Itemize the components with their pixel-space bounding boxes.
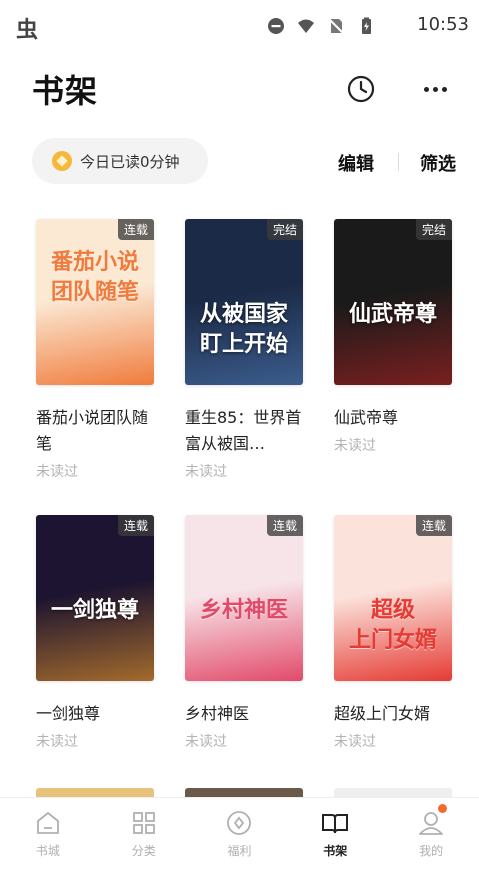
status-badge: 连载 (266, 515, 303, 536)
home-icon (36, 812, 59, 834)
battery-charging-icon (362, 17, 371, 34)
book-title[interactable]: 一剑独尊 (36, 701, 154, 727)
nav-welfare[interactable]: 福利 (192, 798, 288, 884)
clock-icon (347, 75, 375, 103)
more-dot-icon (432, 86, 438, 92)
reading-time-pill[interactable]: 今日已读0分钟 (32, 138, 208, 184)
cover-title-art: 一剑独尊 (50, 597, 139, 623)
book-card[interactable]: 一剑独尊 连载 一剑独尊 未读过 (36, 515, 156, 751)
header: 书架 (0, 58, 479, 118)
reading-time-text: 今日已读0分钟 (80, 152, 180, 171)
book-title[interactable]: 乡村神医 (185, 701, 303, 727)
edit-button[interactable]: 编辑 (338, 150, 374, 176)
cover-title-art: 番茄小说 团队随笔 (50, 249, 139, 305)
nav-label: 福利 (227, 844, 252, 858)
read-status: 未读过 (334, 734, 376, 750)
read-status: 未读过 (185, 464, 227, 480)
no-sim-icon (328, 18, 344, 34)
more-button[interactable] (418, 74, 452, 104)
status-badge: 连载 (117, 515, 154, 536)
book-card[interactable]: 从被国家 盯上开始 完结 重生85：世界首富从被国… 未读过 (185, 219, 305, 481)
wifi-icon (298, 19, 314, 33)
book-open-icon (322, 814, 349, 834)
book-title[interactable]: 仙武帝尊 (334, 405, 452, 431)
coin-icon (227, 811, 252, 835)
nav-label: 分类 (131, 844, 156, 858)
status-time: 10:53 (417, 14, 469, 35)
nav-bookstore[interactable]: 书城 (0, 798, 96, 884)
cover-title-art: 仙武帝尊 (348, 301, 437, 327)
notification-dot (437, 804, 447, 813)
book-card[interactable]: 番茄小说 团队随笔 连载 番茄小说团队随笔 未读过 (36, 219, 156, 481)
book-card[interactable]: 乡村神医 连载 乡村神医 未读过 (185, 515, 305, 751)
book-card[interactable]: 超级 上门女婿 连载 超级上门女婿 未读过 (334, 515, 454, 751)
book-cover[interactable]: 乡村神医 连载 (185, 515, 303, 681)
nav-profile[interactable]: 我的 (383, 798, 479, 884)
page-title: 书架 (32, 72, 99, 110)
book-cover[interactable]: 番茄小说 团队随笔 连载 (36, 219, 154, 385)
book-title[interactable]: 超级上门女婿 (334, 701, 452, 727)
nav-category[interactable]: 分类 (96, 798, 192, 884)
book-cover[interactable]: 仙武帝尊 完结 (334, 219, 452, 385)
bottom-nav: 书城 分类 福利 书架 我的 (0, 797, 479, 884)
cover-title-art: 超级 上门女婿 (348, 597, 437, 653)
status-badge: 连载 (415, 515, 452, 536)
status-badge: 完结 (415, 219, 452, 240)
nav-label: 书城 (35, 844, 60, 858)
more-dot-icon (441, 86, 447, 92)
history-button[interactable] (346, 74, 376, 104)
nav-label: 我的 (419, 844, 444, 858)
action-divider (398, 153, 399, 171)
book-cover[interactable]: 超级 上门女婿 连载 (334, 515, 452, 681)
cover-title-art: 从被国家 盯上开始 (199, 301, 288, 357)
book-card[interactable]: 仙武帝尊 完结 仙武帝尊 未读过 (334, 219, 454, 455)
status-bar: 虫 10:53 (0, 0, 479, 52)
app-notification-icon: 虫 (16, 18, 39, 43)
grid-icon (132, 812, 155, 834)
status-badge: 连载 (117, 219, 154, 240)
status-icons (267, 17, 375, 35)
do-not-disturb-icon (268, 18, 284, 34)
book-title[interactable]: 重生85：世界首富从被国… (185, 405, 303, 457)
read-status: 未读过 (36, 464, 78, 480)
read-status: 未读过 (36, 734, 78, 750)
status-badge: 完结 (266, 219, 303, 240)
coin-icon (52, 151, 72, 171)
filter-button[interactable]: 筛选 (420, 150, 456, 176)
more-dot-icon (423, 86, 429, 92)
book-cover[interactable]: 从被国家 盯上开始 完结 (185, 219, 303, 385)
book-title[interactable]: 番茄小说团队随笔 (36, 405, 154, 457)
book-cover[interactable]: 一剑独尊 连载 (36, 515, 154, 681)
nav-label: 书架 (323, 844, 348, 858)
read-status: 未读过 (185, 734, 227, 750)
nav-bookshelf[interactable]: 书架 (287, 798, 383, 884)
read-status: 未读过 (334, 438, 376, 454)
cover-title-art: 乡村神医 (199, 597, 288, 623)
